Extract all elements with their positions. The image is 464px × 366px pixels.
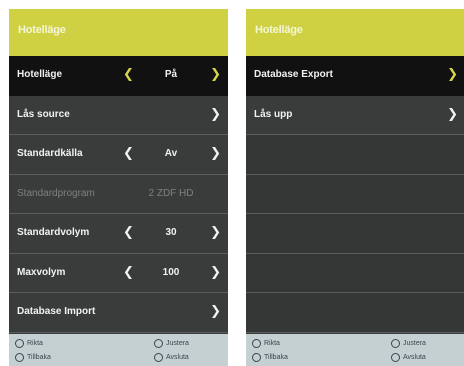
- hotel-mode-menu-right: Hotelläge Database Export ❯ Lås upp ❯ Ri…: [246, 9, 464, 366]
- menu-item-value: 100: [162, 266, 180, 278]
- hint-label: Rikta: [264, 340, 280, 347]
- hint-label: Rikta: [27, 340, 43, 347]
- hint-back: Tillbaka: [15, 353, 51, 362]
- hint-navigate: Rikta: [252, 339, 280, 348]
- key-hint-bar: Rikta Tillbaka Justera Avsluta: [9, 334, 228, 366]
- chevron-right-icon[interactable]: ❯: [447, 66, 458, 82]
- hint-adjust: Justera: [154, 339, 189, 348]
- menu-item-value: 2 ZDF HD: [148, 187, 194, 199]
- exit-key-icon: [154, 353, 163, 362]
- menu-item-empty: [246, 253, 464, 293]
- menu-item-default-source[interactable]: Standardkälla ❮ Av ❯: [9, 135, 228, 175]
- menu-list: Hotelläge ❮ På ❯ Lås source ❯ Standardkä…: [9, 56, 228, 333]
- chevron-right-icon[interactable]: ❯: [210, 224, 221, 240]
- chevron-right-icon[interactable]: ❯: [447, 106, 458, 122]
- menu-item-value: Av: [164, 148, 178, 159]
- hint-back: Tillbaka: [252, 353, 288, 362]
- hint-exit: Avsluta: [391, 353, 426, 362]
- menu-item-label: Lås upp: [254, 108, 293, 120]
- menu-header: Hotelläge: [9, 9, 228, 56]
- chevron-right-icon[interactable]: ❯: [210, 145, 221, 161]
- chevron-left-icon[interactable]: ❮: [123, 145, 134, 161]
- exit-key-icon: [391, 353, 400, 362]
- hotel-mode-menu-left: Hotelläge Hotelläge ❮ På ❯ Lås source ❯ …: [9, 9, 228, 366]
- menu-item-empty: [246, 135, 464, 175]
- key-hint-bar: Rikta Tillbaka Justera Avsluta: [246, 334, 464, 366]
- menu-header: Hotelläge: [246, 9, 464, 56]
- back-key-icon: [252, 353, 261, 362]
- chevron-right-icon[interactable]: ❯: [210, 303, 221, 319]
- chevron-right-icon[interactable]: ❯: [210, 66, 221, 82]
- hint-label: Avsluta: [166, 354, 189, 361]
- menu-item-label: Lås source: [17, 108, 70, 120]
- menu-item-max-volume[interactable]: Maxvolym ❮ 100 ❯: [9, 253, 228, 293]
- menu-item-label: Database Import: [17, 306, 96, 317]
- menu-title: Hotelläge: [255, 24, 303, 36]
- menu-item-unlock[interactable]: Lås upp ❯: [246, 95, 464, 135]
- menu-item-database-import[interactable]: Database Import ❯: [9, 293, 228, 333]
- hint-label: Tillbaka: [27, 354, 51, 361]
- menu-item-empty: [246, 174, 464, 214]
- menu-item-hotel-mode[interactable]: Hotelläge ❮ På ❯: [9, 56, 228, 96]
- chevron-right-icon[interactable]: ❯: [210, 264, 221, 280]
- hint-label: Tillbaka: [264, 354, 288, 361]
- navigate-key-icon: [15, 339, 24, 348]
- menu-item-label: Standardvolym: [17, 227, 90, 238]
- menu-item-database-export[interactable]: Database Export ❯: [246, 56, 464, 96]
- chevron-left-icon[interactable]: ❮: [123, 224, 134, 240]
- menu-item-label: Database Export: [254, 69, 333, 80]
- hint-adjust: Justera: [391, 339, 426, 348]
- menu-item-label: Standardkälla: [17, 148, 83, 159]
- menu-item-empty: [246, 293, 464, 333]
- navigate-key-icon: [252, 339, 261, 348]
- hint-navigate: Rikta: [15, 339, 43, 348]
- menu-title: Hotelläge: [18, 24, 66, 36]
- hint-exit: Avsluta: [154, 353, 189, 362]
- menu-item-value: 30: [165, 227, 177, 238]
- back-key-icon: [15, 353, 24, 362]
- hint-label: Justera: [403, 340, 426, 347]
- menu-item-empty: [246, 214, 464, 254]
- hint-label: Avsluta: [403, 354, 426, 361]
- chevron-right-icon[interactable]: ❯: [210, 106, 221, 122]
- menu-item-label: Maxvolym: [17, 266, 66, 278]
- menu-list: Database Export ❯ Lås upp ❯: [246, 56, 464, 333]
- menu-item-default-volume[interactable]: Standardvolym ❮ 30 ❯: [9, 214, 228, 254]
- menu-item-label: Standardprogram: [17, 187, 95, 199]
- menu-item-default-program: Standardprogram 2 ZDF HD: [9, 174, 228, 214]
- menu-item-value: På: [164, 69, 178, 80]
- menu-item-label: Hotelläge: [17, 69, 63, 80]
- chevron-left-icon[interactable]: ❮: [123, 66, 134, 82]
- hint-label: Justera: [166, 340, 189, 347]
- adjust-key-icon: [391, 339, 400, 348]
- adjust-key-icon: [154, 339, 163, 348]
- chevron-left-icon[interactable]: ❮: [123, 264, 134, 280]
- menu-item-lock-source[interactable]: Lås source ❯: [9, 95, 228, 135]
